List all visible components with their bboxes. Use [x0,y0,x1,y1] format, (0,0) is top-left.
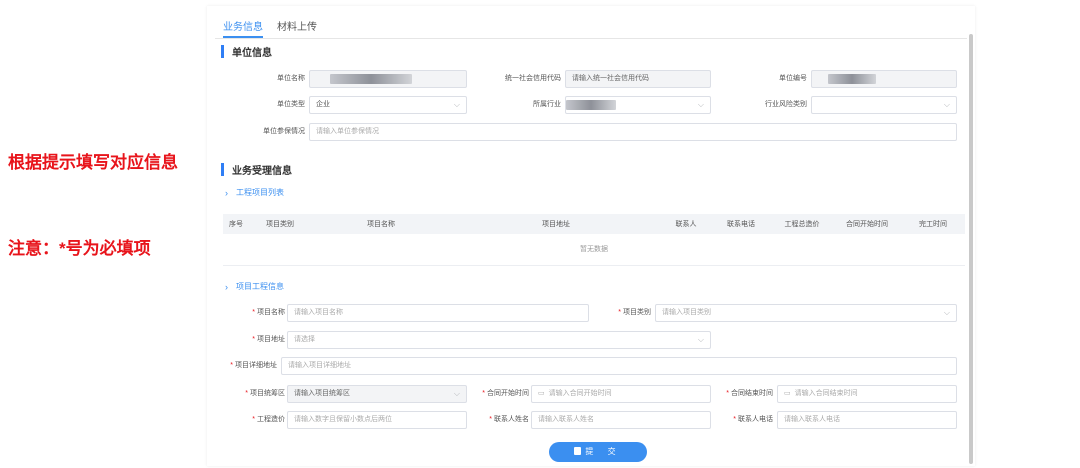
unit-section-title: 单位信息 [221,44,272,59]
col-header: 项目名称 [367,221,395,228]
contact-phone-input[interactable]: 请输入联系人电话 [777,411,957,429]
chevron-down-icon: ⌵ [697,100,704,109]
cost-label: * 工程造价 [252,416,285,423]
project-info-toggle[interactable]: › 项目工程信息 [225,281,284,292]
col-header: 序号 [229,221,243,228]
unit-number-label: 单位编号 [779,75,807,82]
chevron-down-icon: ⌵ [697,335,704,344]
unit-type-select[interactable]: 企业 ⌵ [309,96,467,114]
calendar-icon: ▭ [784,390,791,397]
contract-start-label: * 合同开始时间 [482,390,529,397]
unit-name-field[interactable] [309,70,467,88]
chevron-right-icon: › [225,187,228,198]
submit-button[interactable]: 提 交 [549,442,647,462]
project-address-label: * 项目地址 [252,336,285,343]
industry-label: 所属行业 [533,101,561,108]
col-header: 完工时间 [919,221,947,228]
contract-end-picker[interactable]: ▭ 请输入合同结束时间 [777,385,957,403]
tab-business-info[interactable]: 业务信息 [223,16,263,38]
project-list-toggle[interactable]: › 工程项目列表 [225,187,284,198]
contact-name-input[interactable]: 请输入联系人姓名 [531,411,711,429]
blurred-value [330,74,412,84]
blurred-value [566,100,616,110]
project-district-select[interactable]: 请输入项目统筹区 ⌵ [287,385,467,403]
contact-name-label: * 联系人姓名 [489,416,529,423]
blurred-value [828,74,876,84]
col-header: 合同开始时间 [846,221,888,228]
form-panel: 业务信息 材料上传 单位信息 单位名称 统一社会信用代码 请输入统一社会信用代码… [207,6,975,466]
contract-start-picker[interactable]: ▭ 请输入合同开始时间 [531,385,711,403]
cost-input[interactable]: 请输入数字且保留小数点后两位 [287,411,467,429]
insurance-status-input[interactable]: 请输入单位参保情况 [309,123,957,141]
calendar-icon: ▭ [538,390,545,397]
attention-note: 注意：*号为必填项 [8,239,151,258]
table-empty-text: 暂无数据 [223,234,965,266]
vertical-scrollbar[interactable] [969,34,973,464]
clipboard-icon [574,447,582,455]
unit-name-label: 单位名称 [277,75,305,82]
credit-code-field[interactable]: 请输入统一社会信用代码 [565,70,711,88]
unit-type-label: 单位类型 [277,101,305,108]
chevron-down-icon: ⌵ [453,100,460,109]
project-category-select[interactable]: 请输入项目类别 ⌵ [655,304,957,322]
project-category-label: * 项目类别 [618,309,651,316]
col-header: 联系电话 [727,221,755,228]
risk-category-label: 行业风险类别 [765,101,807,108]
chevron-down-icon: ⌵ [943,308,950,317]
tab-material-upload[interactable]: 材料上传 [277,16,317,38]
section-bar-icon [221,45,224,58]
chevron-down-icon: ⌵ [453,389,460,398]
col-header: 项目类别 [266,221,294,228]
contract-end-label: * 合同结束时间 [726,390,773,397]
contact-phone-label: * 联系人电话 [733,416,773,423]
industry-select[interactable]: ⌵ [565,96,711,114]
chevron-right-icon: › [225,281,228,292]
project-table-header: 序号 项目类别 项目名称 项目地址 联系人 联系电话 工程总造价 合同开始时间 … [223,214,965,234]
unit-number-field[interactable] [811,70,957,88]
tab-bar: 业务信息 材料上传 [223,16,317,38]
col-header: 项目地址 [542,221,570,228]
credit-code-label: 统一社会信用代码 [505,75,561,82]
risk-category-select[interactable]: ⌵ [811,96,957,114]
project-name-label: * 项目名称 [252,309,285,316]
col-header: 工程总造价 [784,221,820,228]
business-section-title: 业务受理信息 [221,162,292,177]
col-header: 联系人 [675,221,697,228]
tabs-divider [215,38,967,39]
project-detail-address-label: * 项目详细地址 [230,362,277,369]
section-bar-icon [221,163,224,176]
project-district-label: * 项目统筹区 [245,390,285,397]
project-detail-address-input[interactable]: 请输入项目详细地址 [281,357,957,375]
project-name-input[interactable]: 请输入项目名称 [287,304,589,322]
chevron-down-icon: ⌵ [943,100,950,109]
project-address-select[interactable]: 请选择 ⌵ [287,331,711,349]
insurance-status-label: 单位参保情况 [263,128,305,135]
instruction-note: 根据提示填写对应信息 [8,153,178,172]
